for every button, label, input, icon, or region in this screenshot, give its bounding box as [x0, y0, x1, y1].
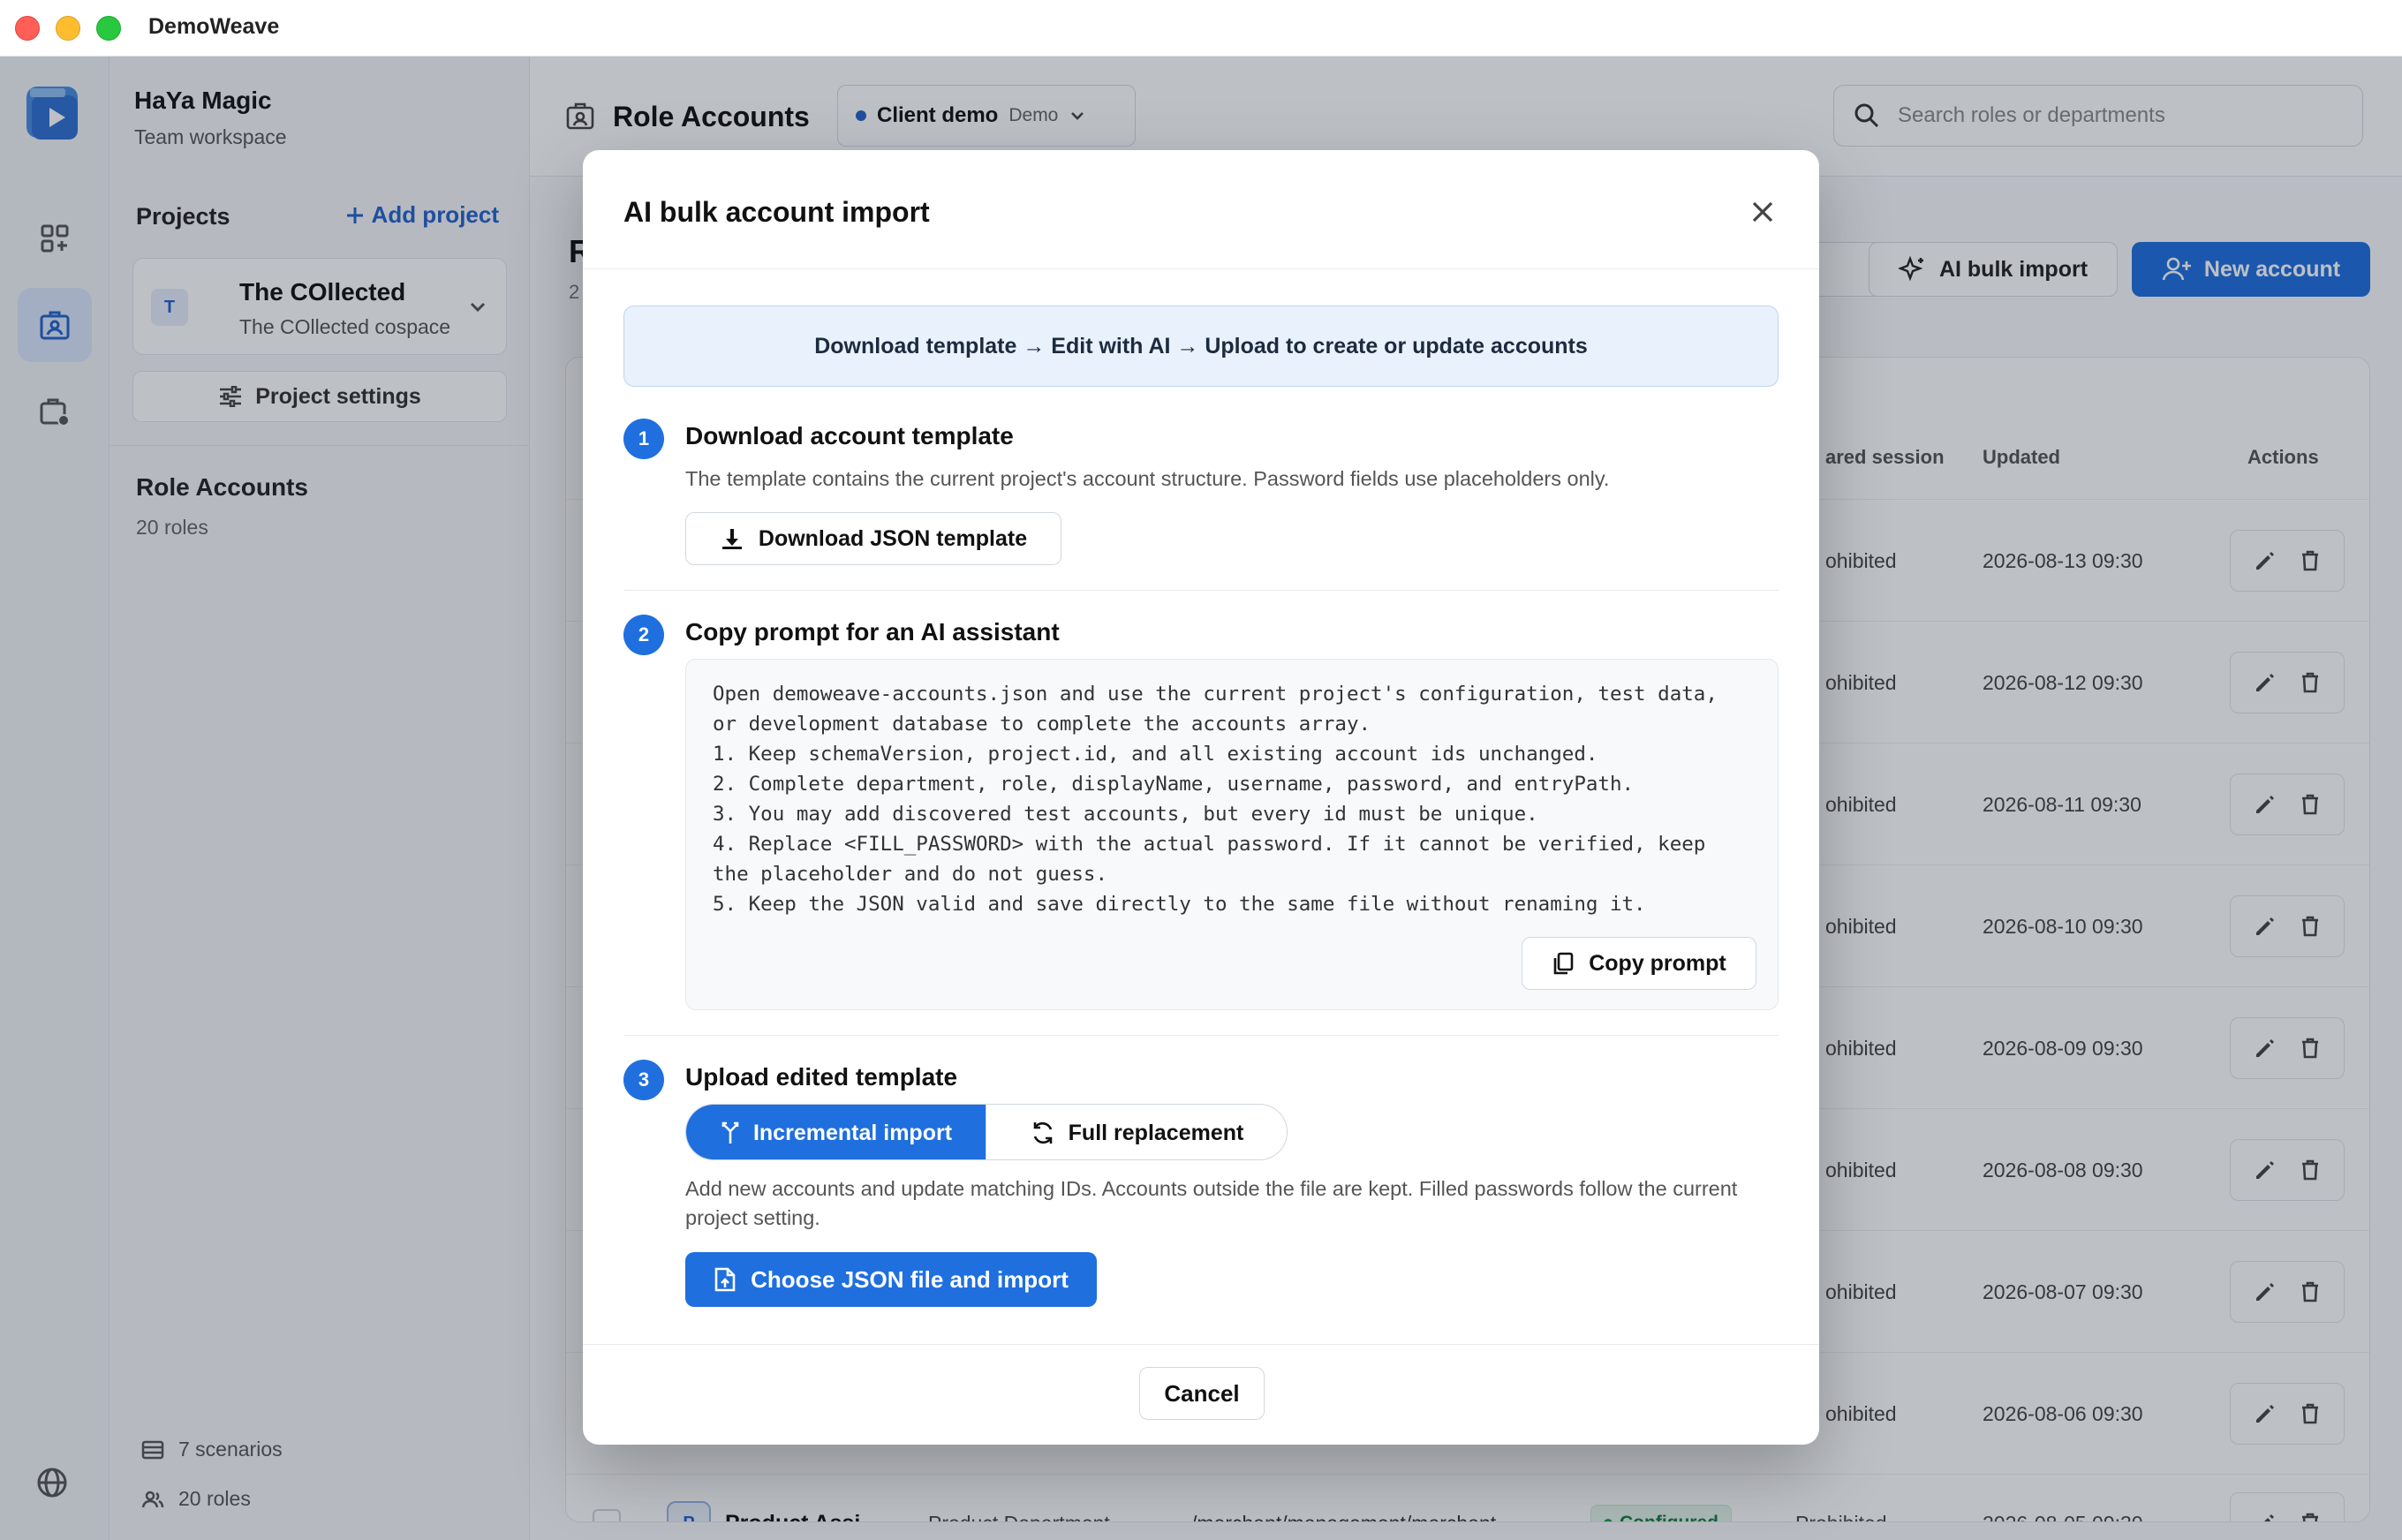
- full-replacement-label: Full replacement: [1068, 1120, 1244, 1145]
- minimize-window-button[interactable]: [56, 16, 80, 41]
- download-json-template-label: Download JSON template: [758, 525, 1028, 551]
- close-icon[interactable]: [1747, 196, 1779, 228]
- step-1-description: The template contains the current projec…: [685, 467, 1610, 490]
- sync-icon: [1030, 1120, 1056, 1146]
- dialog-footer-divider: [583, 1344, 1819, 1345]
- dialog-header-divider: [583, 268, 1819, 269]
- full-replacement-option[interactable]: Full replacement: [986, 1105, 1287, 1159]
- close-window-button[interactable]: [15, 16, 40, 41]
- step-2-title: Copy prompt for an AI assistant: [685, 618, 1060, 645]
- cancel-button[interactable]: Cancel: [1139, 1367, 1265, 1420]
- copy-icon: [1552, 951, 1575, 976]
- copy-prompt-button[interactable]: Copy prompt: [1522, 937, 1756, 990]
- incremental-import-option[interactable]: Incremental import: [686, 1105, 986, 1159]
- zoom-window-button[interactable]: [96, 16, 121, 41]
- window-title: DemoWeave: [148, 14, 280, 39]
- step-2-badge: 2: [623, 615, 664, 655]
- download-json-template-button[interactable]: Download JSON template: [685, 512, 1061, 565]
- incremental-import-label: Incremental import: [752, 1120, 953, 1145]
- step-1-badge: 1: [623, 419, 664, 459]
- choose-json-file-button[interactable]: Choose JSON file and import: [685, 1252, 1097, 1307]
- step-divider: [623, 1035, 1779, 1036]
- step-3-title: Upload edited template: [685, 1063, 958, 1091]
- dialog-title: AI bulk account import: [623, 196, 930, 228]
- workflow-banner: Download template → Edit with AI → Uploa…: [623, 306, 1779, 387]
- merge-icon: [720, 1121, 741, 1145]
- prompt-text: Open demoweave-accounts.json and use the…: [713, 683, 1718, 916]
- step-1-title: Download account template: [685, 422, 1014, 449]
- file-upload-icon: [714, 1266, 736, 1293]
- prompt-box: Open demoweave-accounts.json and use the…: [685, 659, 1779, 1010]
- import-mode-toggle: Incremental import Full replacement: [685, 1104, 1288, 1160]
- step-3-description: Add new accounts and update matching IDs…: [685, 1177, 1738, 1229]
- window-titlebar: DemoWeave: [0, 0, 2402, 57]
- step-divider: [623, 590, 1779, 591]
- step-3-badge: 3: [623, 1060, 664, 1100]
- ai-bulk-import-dialog: AI bulk account import Download template…: [583, 150, 1819, 1445]
- copy-prompt-label: Copy prompt: [1589, 950, 1726, 976]
- choose-json-file-label: Choose JSON file and import: [751, 1265, 1069, 1293]
- download-icon: [720, 526, 744, 551]
